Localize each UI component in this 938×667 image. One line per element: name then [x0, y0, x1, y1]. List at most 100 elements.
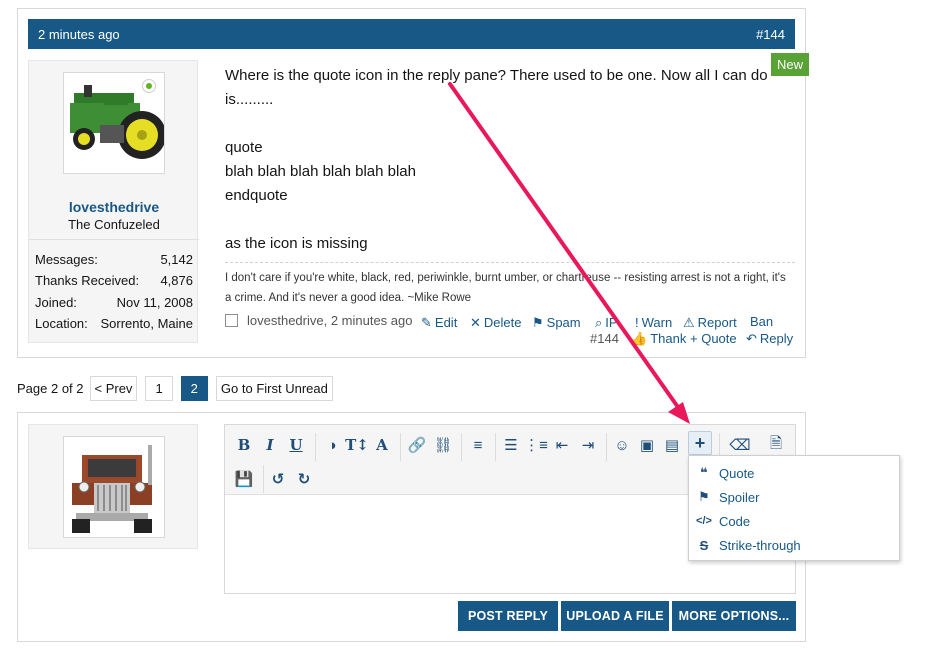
- page-2-button[interactable]: 2: [180, 375, 208, 401]
- insert-plus-icon[interactable]: +: [688, 431, 712, 455]
- divider: [495, 433, 496, 461]
- reply-link[interactable]: ↶ Reply: [746, 331, 793, 347]
- first-unread-button[interactable]: Go to First Unread: [215, 375, 333, 401]
- menu-item-spoiler[interactable]: ⚑ Spoiler: [695, 487, 759, 507]
- reply-label: Reply: [759, 331, 794, 346]
- save-icon[interactable]: 💾: [233, 467, 255, 491]
- avatar[interactable]: [63, 72, 165, 174]
- user-title: The Confuzeled: [68, 217, 160, 232]
- delete-link[interactable]: ✕ Delete: [470, 315, 521, 331]
- bullet-list-icon[interactable]: ☰: [500, 433, 522, 457]
- upload-file-button[interactable]: UPLOAD A FILE: [561, 601, 669, 631]
- source-icon[interactable]: 🗎: [765, 433, 787, 457]
- menu-item-label: Spoiler: [719, 489, 760, 505]
- message-line: endquote: [225, 187, 288, 204]
- spam-link[interactable]: ⚑ Spam: [532, 315, 581, 331]
- delete-label: Delete: [483, 315, 522, 330]
- exclamation-icon: !: [635, 315, 639, 330]
- message-line: is.........: [225, 91, 274, 108]
- remove-format-icon[interactable]: ⌫: [729, 433, 751, 457]
- more-options-button[interactable]: MORE OPTIONS...: [672, 601, 796, 631]
- stat-messages: Messages: 5,142: [35, 252, 193, 267]
- quote-link[interactable]: + Quote: [690, 331, 737, 346]
- font-icon[interactable]: A: [371, 433, 393, 457]
- menu-item-label: Code: [719, 513, 751, 529]
- post-permalink[interactable]: #144: [590, 331, 619, 346]
- message-line: quote: [225, 139, 263, 156]
- outdent-icon[interactable]: ⇤: [551, 433, 573, 457]
- warn-link[interactable]: ! Warn: [635, 315, 672, 330]
- divider: [263, 465, 264, 493]
- post-meta[interactable]: lovesthedrive, 2 minutes ago: [247, 313, 412, 328]
- divider: [400, 433, 401, 461]
- align-icon[interactable]: ≡: [467, 433, 489, 457]
- pencil-icon: ✎: [421, 315, 432, 330]
- signature-line: I don't care if you're white, black, red…: [225, 272, 786, 284]
- redo-icon[interactable]: ↻: [293, 467, 315, 491]
- menu-item-label: Strike-through: [719, 537, 801, 553]
- select-checkbox[interactable]: [225, 314, 238, 327]
- message-line: as the icon is missing: [225, 235, 368, 252]
- signature-line: a crime. And it's never a good idea. ~Mi…: [225, 292, 472, 304]
- post-reply-button[interactable]: POST REPLY: [458, 601, 558, 631]
- page-1-button[interactable]: 1: [145, 375, 173, 401]
- reply-user-panel: [28, 424, 198, 549]
- post-time[interactable]: 2 minutes ago: [38, 27, 120, 42]
- message-line: [225, 208, 795, 232]
- post-container: 2 minutes ago #144 lovesthedrive The Con…: [17, 8, 806, 358]
- thumbs-up-icon: 👍: [631, 331, 648, 346]
- username-link[interactable]: lovesthedrive: [29, 199, 199, 215]
- bold-icon[interactable]: B: [233, 433, 255, 457]
- warning-icon: ⚠: [683, 315, 695, 330]
- unlink-icon[interactable]: ⛓: [432, 433, 454, 457]
- spam-label: Spam: [546, 315, 581, 330]
- reply-avatar[interactable]: [63, 436, 165, 538]
- pagination: Page 2 of 2 < Prev 1 2 Go to First Unrea…: [17, 375, 341, 401]
- ban-link[interactable]: Ban: [750, 314, 773, 329]
- stat-thanks: Thanks Received: 4,876: [35, 273, 193, 288]
- report-link[interactable]: ⚠ Report: [683, 315, 737, 331]
- reply-icon: ↶: [746, 331, 757, 346]
- media-icon[interactable]: ▤: [661, 433, 683, 457]
- divider: [29, 239, 199, 240]
- menu-item-code[interactable]: </> Code: [695, 511, 750, 531]
- italic-icon[interactable]: I: [259, 433, 281, 457]
- online-status-icon: [142, 79, 156, 93]
- thank-link[interactable]: 👍 Thank: [631, 331, 686, 347]
- signature: I don't care if you're white, black, red…: [225, 262, 795, 308]
- post-number[interactable]: #144: [756, 27, 785, 42]
- undo-icon[interactable]: ↺: [267, 467, 289, 491]
- link-icon[interactable]: 🔗: [406, 433, 428, 457]
- ip-link[interactable]: ⌕ IP: [595, 315, 618, 331]
- strikethrough-icon: S: [699, 537, 709, 553]
- thank-label: Thank: [650, 331, 687, 346]
- smilie-icon[interactable]: ☺: [611, 433, 633, 457]
- image-icon[interactable]: ▣: [636, 433, 658, 457]
- indent-icon[interactable]: ⇥: [577, 433, 599, 457]
- user-panel: lovesthedrive The Confuzeled Messages: 5…: [28, 60, 199, 343]
- new-badge: New: [771, 53, 810, 76]
- menu-item-quote[interactable]: ❝ Quote: [695, 463, 754, 483]
- post-message: Where is the quote icon in the reply pan…: [225, 64, 795, 256]
- edit-label: Edit: [434, 315, 458, 330]
- menu-item-label: Quote: [719, 465, 755, 481]
- color-icon[interactable]: ◑: [321, 433, 343, 457]
- stat-value: Sorrento, Maine: [100, 316, 194, 331]
- edit-link[interactable]: ✎ Edit: [421, 315, 457, 331]
- stat-location: Location: Sorrento, Maine: [35, 316, 193, 331]
- quote-icon: ❝: [700, 465, 708, 480]
- stat-label: Location:: [35, 316, 88, 331]
- numbered-list-icon[interactable]: ⋮≡: [524, 433, 548, 457]
- truck-avatar-image: [64, 437, 164, 537]
- insert-dropdown-menu: ❝ Quote ⚑ Spoiler </> Code S Strike-thro…: [688, 455, 900, 561]
- menu-item-strikethrough[interactable]: S Strike-through: [695, 535, 801, 555]
- message-line: [225, 112, 795, 136]
- flag-icon: ⚑: [698, 489, 710, 504]
- ip-label: IP: [605, 315, 618, 330]
- underline-icon[interactable]: U: [285, 433, 307, 457]
- prev-page-button[interactable]: < Prev: [89, 375, 138, 401]
- report-label: Report: [697, 315, 737, 330]
- text-size-icon[interactable]: T↕: [345, 433, 369, 457]
- ban-label: Ban: [750, 314, 774, 329]
- stat-value: Nov 11, 2008: [116, 295, 193, 310]
